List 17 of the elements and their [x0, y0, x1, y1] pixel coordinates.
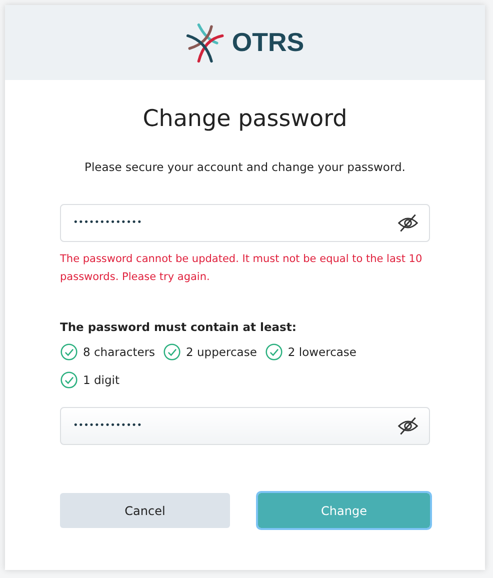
instruction-text: Please secure your account and change your password.	[84, 160, 406, 174]
requirement-label: 2 uppercase	[186, 345, 257, 359]
error-message: The password cannot be updated. It must not be equal to the last 10 passwords. Please try again.	[60, 252, 424, 285]
requirement-label: 8 characters	[83, 345, 156, 359]
dialog-title: Change password	[142, 106, 348, 132]
requirement-label: 1 digit	[83, 373, 120, 387]
cancel-button[interactable]: Cancel	[60, 493, 230, 528]
password-field[interactable]: •••••••••••••	[60, 204, 430, 242]
logo-text: OTRS	[232, 27, 304, 58]
eye-slash-icon[interactable]	[397, 212, 419, 234]
password-value: •••••••••••••	[73, 218, 144, 228]
requirements-heading: The password must contain at least:	[60, 320, 298, 334]
requirement-label: 2 lowercase	[288, 345, 357, 359]
password-value: •••••••••••••	[73, 421, 144, 431]
password-field[interactable]: •••••••••••••	[60, 407, 430, 445]
logo-icon	[186, 22, 226, 62]
eye-slash-icon[interactable]	[397, 415, 419, 437]
